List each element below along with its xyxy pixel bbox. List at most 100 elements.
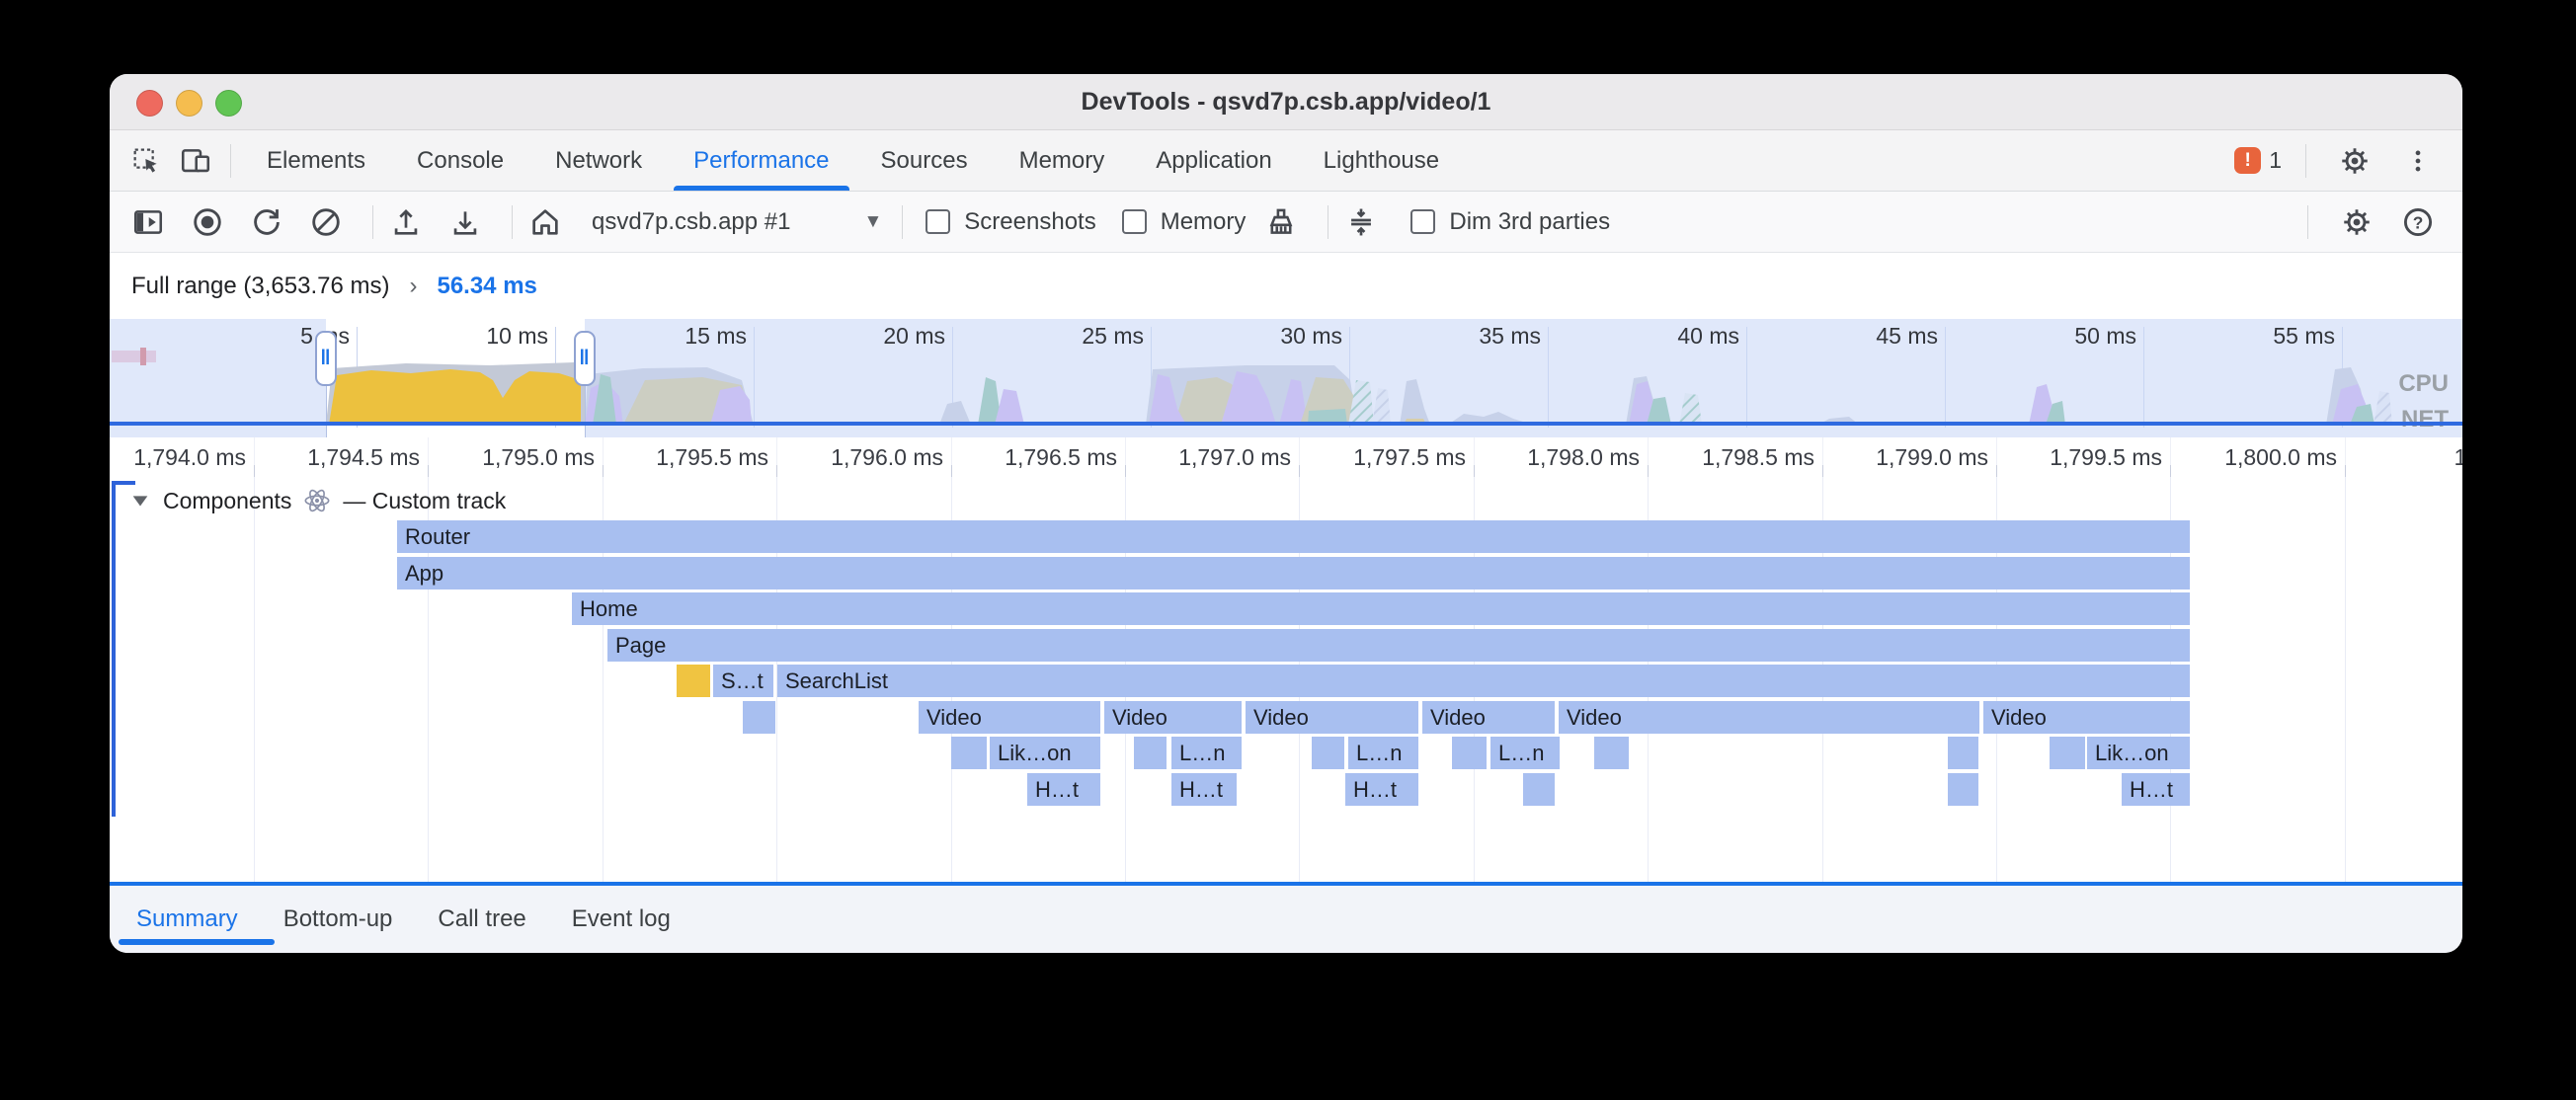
toggle-sidebar-button[interactable] (125, 199, 171, 245)
overview-tick-label: 25 ms (1082, 323, 1144, 350)
tab-console[interactable]: Console (391, 130, 529, 191)
memory-checkbox[interactable] (1122, 209, 1147, 234)
flame-bar[interactable]: S…t (713, 665, 773, 697)
flame-bar[interactable]: Lik…on (2087, 737, 2190, 769)
active-tab-underline (119, 939, 275, 945)
flame-bar[interactable] (951, 737, 987, 769)
dim-3rd-parties-checkbox-group[interactable]: Dim 3rd parties (1410, 208, 1610, 236)
flame-bar[interactable]: SearchList (777, 665, 2190, 697)
custom-track-header[interactable]: Components — Custom track (129, 487, 506, 514)
overview-tick-label: 35 ms (1479, 323, 1541, 350)
target-selector[interactable]: qsvd7p.csb.app #1 ▼ (592, 208, 882, 236)
flame-bar[interactable] (677, 665, 710, 697)
live-metrics-button[interactable] (523, 199, 568, 245)
issues-counter[interactable]: ! 1 (2234, 147, 2282, 174)
flame-bar[interactable] (1134, 737, 1167, 769)
dim-3rd-parties-checkbox[interactable] (1410, 209, 1435, 234)
flame-bar[interactable] (1312, 737, 1344, 769)
collapse-sections-button[interactable] (1338, 199, 1384, 245)
upload-profile-button[interactable] (383, 199, 429, 245)
flame-bar[interactable] (1948, 737, 1978, 769)
tabbar-right-controls: ! 1 (2234, 138, 2462, 184)
screenshots-checkbox[interactable] (926, 209, 950, 234)
flame-bar[interactable]: Router (397, 520, 2190, 553)
flame-bar[interactable]: L…n (1348, 737, 1418, 769)
network-activity-line (110, 422, 2462, 426)
flamechart-pane[interactable]: Components — Custom track Router AppHome P… (110, 477, 2462, 882)
memory-checkbox-group[interactable]: Memory (1122, 208, 1247, 236)
breadcrumb-chevron-icon: › (409, 273, 417, 300)
capture-settings-button[interactable] (2334, 199, 2379, 245)
flame-bar[interactable]: L…n (1171, 737, 1242, 769)
flame-bar[interactable] (743, 701, 775, 734)
record-button[interactable] (185, 199, 230, 245)
flame-bar[interactable]: App (397, 557, 2190, 589)
selection-left-handle[interactable]: ‖ (315, 331, 337, 386)
clear-button[interactable] (303, 199, 349, 245)
overview-tick-label: 20 ms (883, 323, 945, 350)
flame-bar[interactable]: H…t (1027, 773, 1100, 806)
device-toolbar-button[interactable] (171, 138, 220, 184)
collapse-icon (1344, 205, 1378, 239)
flame-bar[interactable]: Video (919, 701, 1100, 734)
timeline-breadcrumbs: Full range (3,653.76 ms) › 56.34 ms (110, 253, 2462, 319)
tab-network[interactable]: Network (529, 130, 668, 191)
tab-call-tree[interactable]: Call tree (438, 905, 525, 933)
download-profile-button[interactable] (443, 199, 488, 245)
flame-bar[interactable]: H…t (1345, 773, 1418, 806)
tab-lighthouse[interactable]: Lighthouse (1298, 130, 1465, 191)
breadcrumb-current-range[interactable]: 56.34 ms (437, 273, 536, 300)
timeline-overview[interactable]: 5 ms10 ms15 ms20 ms25 ms30 ms35 ms40 ms4… (110, 319, 2462, 437)
record-and-reload-button[interactable] (244, 199, 289, 245)
flame-bar[interactable]: Lik…on (990, 737, 1100, 769)
inspect-element-button[interactable] (121, 138, 171, 184)
track-subtitle: — Custom track (343, 488, 506, 514)
tab-sources[interactable]: Sources (855, 130, 994, 191)
settings-button[interactable] (2330, 138, 2379, 184)
tab-performance[interactable]: Performance (668, 130, 854, 191)
ruler-tick-mark (2170, 465, 2171, 477)
flame-bar[interactable]: Video (1246, 701, 1418, 734)
screenshots-checkbox-group[interactable]: Screenshots (926, 208, 1095, 236)
tab-memory[interactable]: Memory (994, 130, 1131, 191)
flame-bar[interactable] (1948, 773, 1978, 806)
flame-bar[interactable] (2050, 737, 2085, 769)
flame-bar[interactable] (1594, 737, 1629, 769)
selection-right-handle[interactable]: ‖ (574, 331, 596, 386)
flame-bar[interactable] (1452, 737, 1487, 769)
collect-garbage-button[interactable] (1258, 199, 1304, 245)
help-button[interactable]: ? (2395, 199, 2441, 245)
separator (372, 205, 373, 239)
home-icon (528, 205, 562, 239)
upload-icon (389, 205, 423, 239)
separator (902, 205, 903, 239)
more-options-button[interactable] (2393, 138, 2443, 184)
overview-dim-left (110, 319, 326, 437)
toolbar-right-controls: ? (2297, 199, 2447, 245)
breadcrumb-full-range[interactable]: Full range (3,653.76 ms) (131, 273, 389, 300)
flame-bar[interactable]: Video (1559, 701, 1979, 734)
track-selection-bracket (112, 481, 135, 817)
flame-bar[interactable]: Video (1983, 701, 2190, 734)
separator (2305, 144, 2306, 178)
tab-event-log[interactable]: Event log (572, 905, 671, 933)
ruler-tick-mark (603, 465, 604, 477)
ruler-tick-label: 1,797.5 ms (1353, 437, 1466, 477)
flame-bar[interactable]: H…t (2122, 773, 2190, 806)
ruler-tick-label: 1,798.0 ms (1527, 437, 1640, 477)
flame-bar[interactable]: Video (1422, 701, 1555, 734)
cpu-lane-label: CPU (2398, 370, 2449, 398)
tab-summary[interactable]: Summary (136, 905, 238, 933)
flame-bar[interactable]: Video (1104, 701, 1242, 734)
flame-bar[interactable]: L…n (1490, 737, 1560, 769)
tab-elements[interactable]: Elements (241, 130, 391, 191)
flame-bar[interactable] (1523, 773, 1555, 806)
tab-bottom-up[interactable]: Bottom-up (283, 905, 393, 933)
flame-bar[interactable]: Page (607, 629, 2190, 662)
flame-bar[interactable]: Home (572, 592, 2190, 625)
details-tabbar: Summary Bottom-up Call tree Event log (110, 886, 2462, 953)
gear-icon (2338, 144, 2372, 178)
tab-application[interactable]: Application (1130, 130, 1297, 191)
flame-bar[interactable]: H…t (1171, 773, 1237, 806)
devtools-tabbar: Elements Console Network Performance Sou… (110, 130, 2462, 192)
